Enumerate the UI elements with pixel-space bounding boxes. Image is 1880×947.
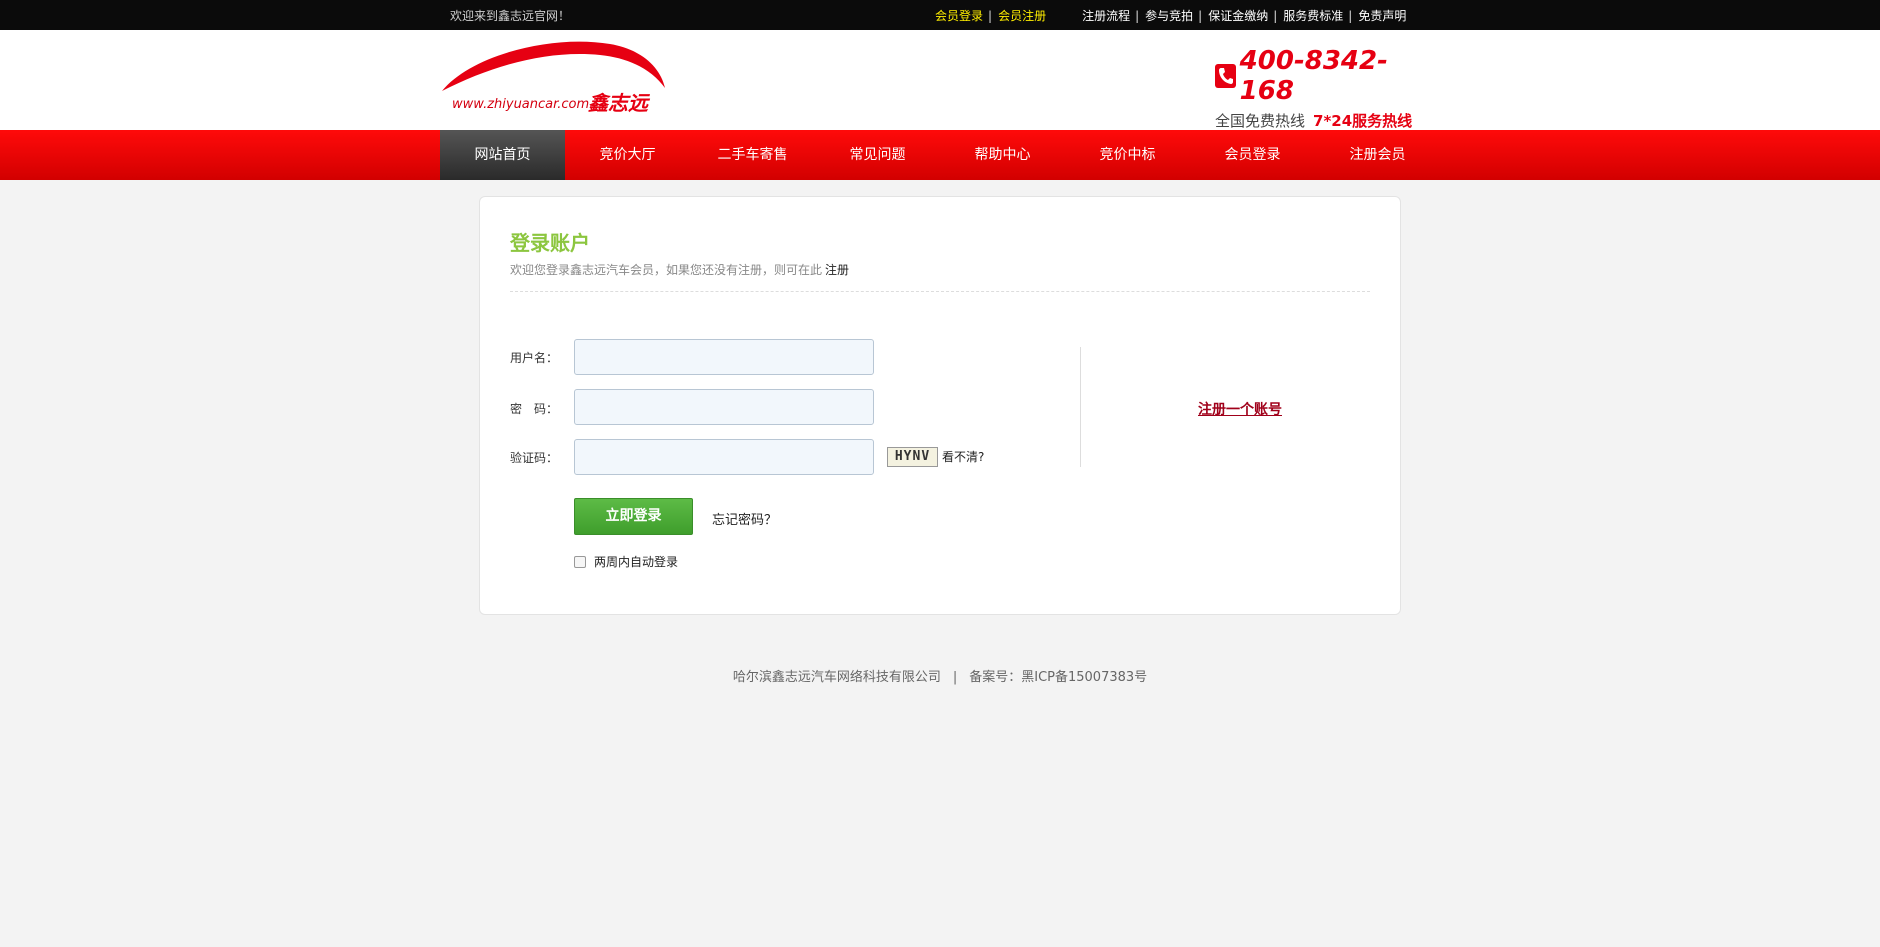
top-member-login-link[interactable]: 会员登录 <box>935 9 983 23</box>
nav-item-used-car-consign[interactable]: 二手车寄售 <box>690 130 815 180</box>
top-link-register-process[interactable]: 注册流程 <box>1082 9 1130 23</box>
refresh-captcha-link[interactable]: 看不清? <box>942 448 984 465</box>
remember-label: 两周内自动登录 <box>594 555 679 569</box>
logo-url-text: www.zhiyuancar.com <box>452 97 589 112</box>
footer-icp: 备案号：黑ICP备15007383号 <box>969 670 1148 685</box>
forgot-password-link[interactable]: 忘记密码？ <box>712 509 777 528</box>
nav-item-register-member[interactable]: 注册会员 <box>1315 130 1440 180</box>
top-bar: 欢迎来到鑫志远官网！ 会员登录 | 会员注册 注册流程 | 参与竞拍 | 保证金缴纳 | 服务费标… <box>0 0 1880 30</box>
phone-icon <box>1215 64 1236 88</box>
password-input[interactable] <box>574 389 874 425</box>
top-member-register-link[interactable]: 会员注册 <box>998 9 1046 23</box>
nav-item-winning-bids[interactable]: 竞价中标 <box>1065 130 1190 180</box>
vertical-divider <box>1080 347 1081 467</box>
top-link-deposit[interactable]: 保证金缴纳 <box>1208 9 1268 23</box>
remember-me[interactable]: 两周内自动登录 <box>574 553 678 570</box>
register-account-link[interactable]: 注册一个账号 <box>1198 399 1282 419</box>
welcome-text: 欢迎来到鑫志远官网！ <box>450 9 571 23</box>
nav-item-member-login[interactable]: 会员登录 <box>1190 130 1315 180</box>
header: www.zhiyuancar.com 鑫志远 400-8342-168 全国免费… <box>0 30 1880 130</box>
nav-item-help-center[interactable]: 帮助中心 <box>940 130 1065 180</box>
login-button[interactable]: 立即登录 <box>574 498 693 535</box>
top-links: 会员登录 | 会员注册 注册流程 | 参与竞拍 | 保证金缴纳 | 服务费标准 | 免责声明 <box>935 9 1407 23</box>
login-subtitle: 欢迎您登录鑫志远汽车会员，如果您还没有注册，则可在此 注册 <box>510 263 850 277</box>
hotline-label: 全国免费热线 <box>1215 112 1306 130</box>
hotline: 400-8342-168 全国免费热线 7*24服务热线 <box>1215 46 1430 130</box>
top-link-disclaimer[interactable]: 免责声明 <box>1358 9 1406 23</box>
nav-item-home[interactable]: 网站首页 <box>440 130 565 180</box>
page-title: 登录账户 <box>510 231 590 255</box>
login-card: 登录账户 欢迎您登录鑫志远汽车会员，如果您还没有注册，则可在此 注册 用户名： 密… <box>479 196 1401 615</box>
captcha-image[interactable]: HYNV <box>887 447 938 467</box>
nav-item-faq[interactable]: 常见问题 <box>815 130 940 180</box>
nav-item-bidding-hall[interactable]: 竞价大厅 <box>565 130 690 180</box>
hotline-number: 400-8342-168 <box>1239 46 1388 106</box>
password-label: 密 码： <box>510 402 559 416</box>
divider <box>510 291 1370 292</box>
captcha-label: 验证码： <box>510 451 559 465</box>
main-nav: 网站首页 竞价大厅 二手车寄售 常见问题 帮助中心 竞价中标 会员登录 注册会员 <box>0 130 1880 180</box>
hotline-service: 7*24服务热线 <box>1313 112 1413 130</box>
remember-checkbox[interactable] <box>574 555 586 568</box>
top-link-join-bidding[interactable]: 参与竞拍 <box>1145 9 1193 23</box>
top-link-service-fee[interactable]: 服务费标准 <box>1283 9 1343 23</box>
username-input[interactable] <box>574 339 874 375</box>
logo-brand-text: 鑫志远 <box>588 91 651 115</box>
subtitle-register-link[interactable]: 注册 <box>825 263 849 277</box>
captcha-input[interactable] <box>574 439 874 475</box>
car-swoosh-icon: www.zhiyuancar.com 鑫志远 <box>442 41 665 115</box>
footer: 哈尔滨鑫志远汽车网络科技有限公司 | 备案号：黑ICP备15007383号 <box>732 670 1148 685</box>
footer-company: 哈尔滨鑫志远汽车网络科技有限公司 <box>732 670 941 685</box>
site-logo[interactable]: www.zhiyuancar.com 鑫志远 <box>440 36 670 116</box>
username-label: 用户名： <box>510 351 559 365</box>
